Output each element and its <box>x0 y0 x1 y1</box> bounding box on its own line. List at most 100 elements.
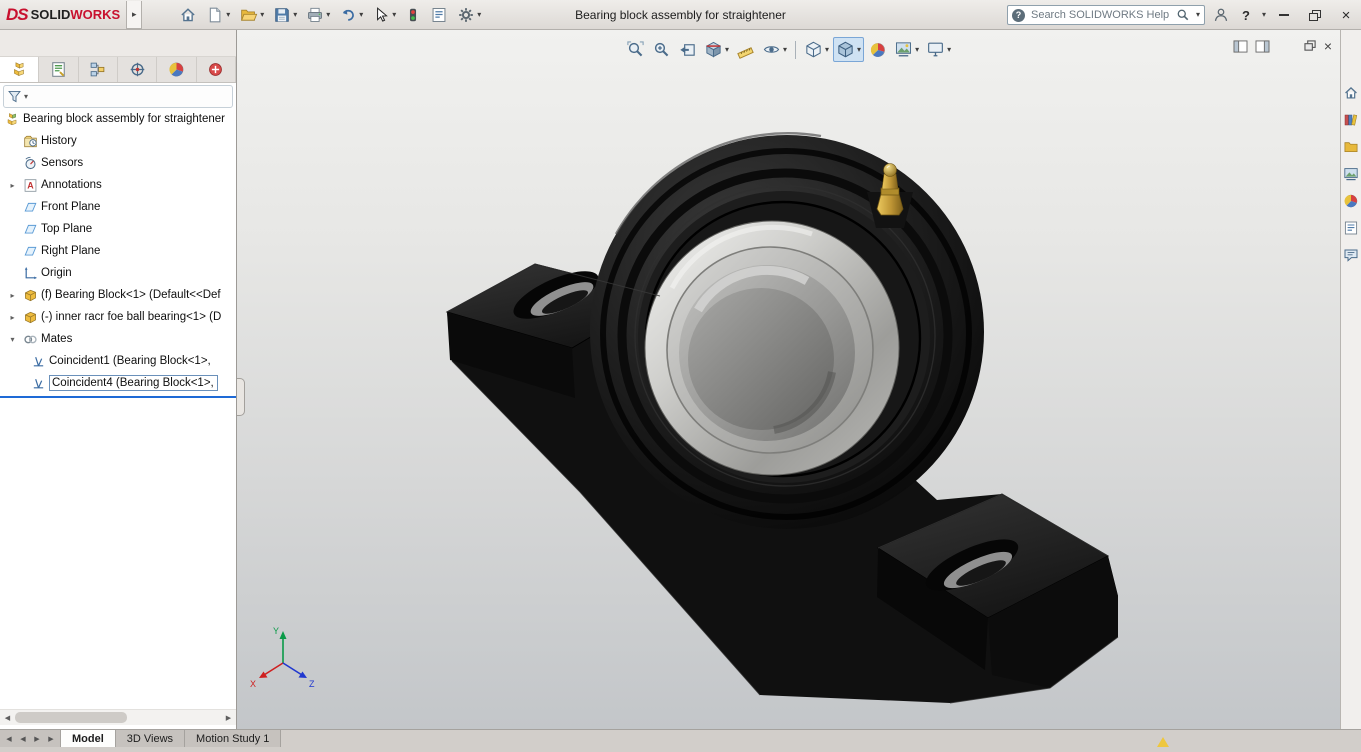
rename-edit-box[interactable]: Coincident4 (Bearing Block<1>, <box>49 375 218 391</box>
tab-scroll-next-button[interactable]: ▶ <box>31 731 43 746</box>
tree-item-coincident4[interactable]: Coincident4 (Bearing Block<1>, <box>0 372 236 394</box>
help-caret-icon[interactable]: ▾ <box>1262 11 1266 19</box>
custom-properties-button[interactable] <box>1342 219 1360 237</box>
previous-view-button[interactable] <box>675 37 700 62</box>
user-account-button[interactable] <box>1210 2 1232 28</box>
scroll-right-button[interactable]: ▶ <box>221 710 236 725</box>
scroll-left-button[interactable]: ◀ <box>0 710 15 725</box>
options-button[interactable]: ▾ <box>454 2 484 28</box>
zoom-to-area-button[interactable] <box>649 37 674 62</box>
expand-icon[interactable]: ▸ <box>6 181 19 190</box>
open-button[interactable]: ▾ <box>236 2 267 28</box>
tab-model[interactable]: Model <box>61 730 116 747</box>
tree-item-annotations[interactable]: ▸ A Annotations <box>0 174 236 196</box>
print-caret-icon[interactable]: ▾ <box>326 10 330 19</box>
tab-displaymanager[interactable] <box>157 57 197 82</box>
edit-appearance-button[interactable] <box>865 37 890 62</box>
bearing-block-3d-model[interactable]: Y X Z <box>237 30 1340 729</box>
tree-item-front-plane[interactable]: Front Plane <box>0 196 236 218</box>
tab-scroll-prev-button[interactable]: ◀ <box>17 731 29 746</box>
scrollbar-thumb[interactable] <box>15 712 127 723</box>
undo-caret-icon[interactable]: ▾ <box>359 10 363 19</box>
panel-splitter-handle[interactable] <box>237 378 245 416</box>
tab-cam[interactable] <box>197 57 236 82</box>
rebuild-button[interactable] <box>402 2 424 28</box>
save-caret-icon[interactable]: ▾ <box>293 10 297 19</box>
filter-caret-icon[interactable]: ▾ <box>24 92 28 101</box>
tree-item-right-plane[interactable]: Right Plane <box>0 240 236 262</box>
zoom-to-fit-button[interactable] <box>623 37 648 62</box>
tab-scroll-first-button[interactable]: ◀ <box>3 731 15 746</box>
forum-button[interactable] <box>1342 246 1360 264</box>
hide-show-items-button[interactable]: ▾ <box>759 37 790 62</box>
display-style-caret-icon[interactable]: ▾ <box>857 45 861 54</box>
tree-item-sensors[interactable]: Sensors <box>0 152 236 174</box>
view-settings-button[interactable]: ▾ <box>923 37 954 62</box>
pane-left-button[interactable] <box>1233 39 1248 53</box>
apply-scene-button[interactable]: ▾ <box>891 37 922 62</box>
tab-scroll-last-button[interactable]: ▶ <box>45 731 57 746</box>
tab-propertymanager[interactable] <box>39 57 79 82</box>
view-palette-button[interactable] <box>1342 165 1360 183</box>
open-caret-icon[interactable]: ▾ <box>260 10 264 19</box>
measure-button[interactable] <box>733 37 758 62</box>
tree-horizontal-scrollbar[interactable]: ◀ ▶ <box>0 709 236 725</box>
print-button[interactable]: ▾ <box>303 2 333 28</box>
file-explorer-button[interactable] <box>1342 138 1360 156</box>
minimize-button[interactable] <box>1271 3 1297 27</box>
design-library-button[interactable] <box>1342 111 1360 129</box>
tab-configurationmanager[interactable] <box>79 57 118 82</box>
design-library-icon <box>1343 112 1359 128</box>
view-orientation-button[interactable]: ▾ <box>801 37 832 62</box>
tab-motion-study-1[interactable]: Motion Study 1 <box>185 730 282 747</box>
bearing-insert[interactable] <box>644 220 900 476</box>
collapse-icon[interactable]: ▾ <box>6 335 19 344</box>
section-view-caret-icon[interactable]: ▾ <box>725 45 729 54</box>
select-button[interactable]: ▾ <box>369 2 399 28</box>
hide-show-caret-icon[interactable]: ▾ <box>783 45 787 54</box>
filter-funnel-icon[interactable] <box>7 89 22 104</box>
file-properties-button[interactable] <box>427 2 451 28</box>
apply-scene-caret-icon[interactable]: ▾ <box>915 45 919 54</box>
scrollbar-track[interactable] <box>15 710 221 725</box>
undo-button[interactable]: ▾ <box>336 2 366 28</box>
task-pane-home-button[interactable] <box>1342 84 1360 102</box>
save-button[interactable]: ▾ <box>270 2 300 28</box>
tree-item-mates[interactable]: ▾ Mates <box>0 328 236 350</box>
tree-item-inner-race-bearing[interactable]: ▸ (-) inner racr foe ball bearing<1> (D <box>0 306 236 328</box>
tab-featuremanager[interactable] <box>0 57 40 82</box>
view-settings-caret-icon[interactable]: ▾ <box>947 45 951 54</box>
search-icon[interactable] <box>1176 8 1190 22</box>
tree-item-coincident1[interactable]: Coincident1 (Bearing Block<1>, <box>0 350 236 372</box>
toolbar-flyout-button[interactable]: ▸ <box>126 0 143 29</box>
appearances-button[interactable] <box>1342 192 1360 210</box>
expand-icon[interactable]: ▸ <box>6 291 19 300</box>
orientation-triad[interactable]: Y X Z <box>250 626 315 689</box>
restore-button[interactable] <box>1302 3 1328 27</box>
tree-item-origin[interactable]: Origin <box>0 262 236 284</box>
tab-3d-views[interactable]: 3D Views <box>115 730 186 747</box>
tree-filter-field[interactable]: ▾ <box>3 85 233 108</box>
options-caret-icon[interactable]: ▾ <box>477 10 481 19</box>
tree-root-assembly[interactable]: Bearing block assembly for straightener <box>0 108 236 130</box>
home-button[interactable] <box>176 2 200 28</box>
view-orientation-caret-icon[interactable]: ▾ <box>825 45 829 54</box>
search-caret-icon[interactable]: ▾ <box>1196 11 1200 19</box>
expand-icon[interactable]: ▸ <box>6 313 19 322</box>
new-document-button[interactable]: ▾ <box>203 2 233 28</box>
tree-item-top-plane[interactable]: Top Plane <box>0 218 236 240</box>
tree-item-bearing-block[interactable]: ▸ (f) Bearing Block<1> (Default<<Def <box>0 284 236 306</box>
pane-right-button[interactable] <box>1255 39 1270 53</box>
close-document-button[interactable]: × <box>1324 39 1332 53</box>
help-search-input[interactable] <box>1028 8 1172 22</box>
close-button[interactable]: × <box>1333 3 1359 27</box>
help-button[interactable]: ? <box>1237 2 1255 28</box>
tree-item-history[interactable]: History <box>0 130 236 152</box>
new-caret-icon[interactable]: ▾ <box>226 10 230 19</box>
tab-dimxpertmanager[interactable] <box>118 57 158 82</box>
restore-document-button[interactable] <box>1304 40 1317 52</box>
select-caret-icon[interactable]: ▾ <box>392 10 396 19</box>
graphics-area[interactable]: Y X Z ▾ ▾ ▾ ▾ ▾ ▾ × <box>237 30 1340 729</box>
section-view-button[interactable]: ▾ <box>701 37 732 62</box>
display-style-button[interactable]: ▾ <box>833 37 865 62</box>
